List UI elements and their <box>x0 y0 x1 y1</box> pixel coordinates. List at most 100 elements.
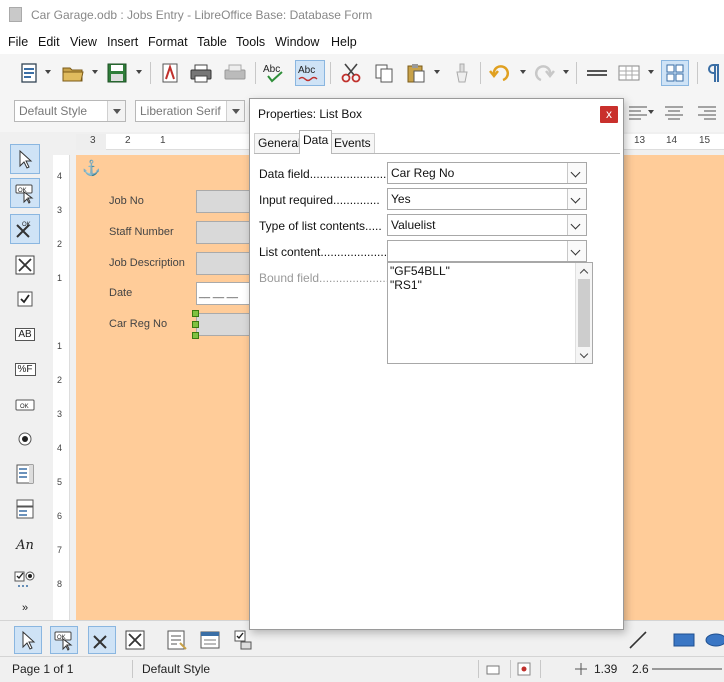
table-dropdown-icon[interactable] <box>648 70 654 74</box>
formatting-marks-icon[interactable] <box>704 60 724 86</box>
list-item[interactable]: "GF54BLL" <box>390 264 450 278</box>
auto-spellcheck-icon[interactable]: Abc <box>295 60 325 86</box>
selection-mode-icon[interactable] <box>486 662 500 679</box>
font-name-value: Liberation Serif <box>140 104 221 118</box>
data-field-combo[interactable]: Car Reg No <box>387 162 587 184</box>
input-required-label: Input required.............. <box>259 193 380 207</box>
chevron-down-icon[interactable] <box>226 101 244 121</box>
selection-handle[interactable] <box>192 310 199 317</box>
undo-icon[interactable] <box>487 60 513 86</box>
print-preview-icon[interactable] <box>222 60 248 86</box>
menu-file[interactable]: File <box>8 35 28 49</box>
input-required-select[interactable]: Yes <box>387 188 587 210</box>
job-no-field[interactable] <box>196 190 252 213</box>
control-properties-icon[interactable] <box>163 626 191 654</box>
list-content-combo[interactable] <box>387 240 587 262</box>
chevron-down-icon[interactable] <box>567 215 586 235</box>
scroll-down-icon[interactable] <box>579 349 589 359</box>
list-content-values[interactable]: "GF54BLL" "RS1" <box>387 262 593 364</box>
control-wizards-icon[interactable] <box>88 626 116 654</box>
menu-format[interactable]: Format <box>148 35 188 49</box>
checkbox-icon[interactable] <box>10 284 40 314</box>
menu-help[interactable]: Help <box>331 35 357 49</box>
text-box-icon[interactable]: AB <box>10 319 40 349</box>
scroll-thumb[interactable] <box>578 279 590 347</box>
expand-toolbar-icon[interactable]: » <box>10 598 40 618</box>
menu-insert[interactable]: Insert <box>107 35 138 49</box>
scroll-up-icon[interactable] <box>579 268 589 278</box>
form-navigator-icon[interactable] <box>229 626 257 654</box>
redo-dropdown-icon[interactable] <box>563 70 569 74</box>
select-pointer-icon[interactable] <box>10 144 40 174</box>
chevron-down-icon[interactable] <box>567 241 586 261</box>
cut-icon[interactable] <box>338 60 364 86</box>
more-controls-icon[interactable] <box>10 564 40 594</box>
undo-dropdown-icon[interactable] <box>520 70 526 74</box>
formatted-field-icon[interactable]: %F <box>10 354 40 384</box>
new-document-icon[interactable] <box>16 60 42 86</box>
selection-handle[interactable] <box>192 321 199 328</box>
form-properties-icon[interactable] <box>196 626 224 654</box>
open-folder-icon[interactable] <box>60 60 86 86</box>
menu-tools[interactable]: Tools <box>236 35 265 49</box>
form-design-icon[interactable] <box>661 60 689 86</box>
form-design-tools-icon[interactable] <box>121 626 149 654</box>
rectangle-icon[interactable] <box>670 626 698 654</box>
print-icon[interactable] <box>188 60 214 86</box>
save-icon[interactable] <box>104 60 130 86</box>
tab-data[interactable]: Data <box>299 130 333 154</box>
align-dropdown-icon[interactable] <box>648 110 654 114</box>
insert-table-icon[interactable] <box>616 60 642 86</box>
paste-icon[interactable] <box>403 60 429 86</box>
paste-dropdown-icon[interactable] <box>434 70 440 74</box>
svg-text:OK: OK <box>20 404 29 410</box>
menu-table[interactable]: Table <box>197 35 227 49</box>
car-reg-no-list-box[interactable] <box>196 313 252 336</box>
push-button-icon[interactable]: OK <box>10 390 40 420</box>
ellipse-icon[interactable] <box>704 626 724 654</box>
chevron-down-icon[interactable] <box>567 163 586 183</box>
option-button-icon[interactable] <box>10 424 40 454</box>
combo-box-icon[interactable] <box>10 494 40 524</box>
close-button[interactable]: x <box>600 106 618 123</box>
tab-general[interactable]: General <box>254 133 305 153</box>
tab-events[interactable]: Events <box>330 133 375 153</box>
control-wizards-icon[interactable]: OK <box>10 214 40 244</box>
label-car-reg-no: Car Reg No <box>109 318 168 330</box>
chevron-down-icon[interactable] <box>567 189 586 209</box>
spelling-icon[interactable]: Abc <box>262 60 288 86</box>
hyperlink-icon[interactable] <box>584 60 610 86</box>
dialog-title: Properties: List Box <box>258 107 363 121</box>
list-scrollbar[interactable] <box>575 263 592 363</box>
align-right-icon[interactable] <box>694 100 720 126</box>
date-field[interactable]: __ __ __ <box>196 282 252 305</box>
export-pdf-icon[interactable] <box>157 60 183 86</box>
font-name-combo[interactable]: Liberation Serif <box>135 100 245 122</box>
redo-icon[interactable] <box>531 60 557 86</box>
align-center-icon[interactable] <box>661 100 687 126</box>
menu-edit[interactable]: Edit <box>38 35 60 49</box>
list-type-select[interactable]: Valuelist <box>387 214 587 236</box>
select-pointer-icon[interactable] <box>14 626 42 654</box>
line-icon[interactable] <box>624 626 652 654</box>
save-dropdown-icon[interactable] <box>136 70 142 74</box>
clone-formatting-icon[interactable] <box>449 60 475 86</box>
ruler-number: 7 <box>57 545 63 555</box>
menu-window[interactable]: Window <box>275 35 319 49</box>
list-item[interactable]: "RS1" <box>390 278 422 292</box>
copy-icon[interactable] <box>371 60 397 86</box>
selection-handle[interactable] <box>192 332 199 339</box>
design-mode-icon[interactable]: OK <box>50 626 78 654</box>
chevron-down-icon[interactable] <box>107 101 125 121</box>
paragraph-style-combo[interactable]: Default Style <box>14 100 126 122</box>
list-box-icon[interactable] <box>10 459 40 489</box>
staff-number-field[interactable] <box>196 221 252 244</box>
new-dropdown-icon[interactable] <box>45 70 51 74</box>
label-field-icon[interactable]: An <box>10 530 40 560</box>
menu-view[interactable]: View <box>70 35 97 49</box>
zoom-slider[interactable] <box>652 668 722 670</box>
job-description-field[interactable] <box>196 252 252 275</box>
form-design-tools-icon[interactable] <box>10 250 40 280</box>
design-mode-icon[interactable]: OK <box>10 178 40 208</box>
open-dropdown-icon[interactable] <box>92 70 98 74</box>
